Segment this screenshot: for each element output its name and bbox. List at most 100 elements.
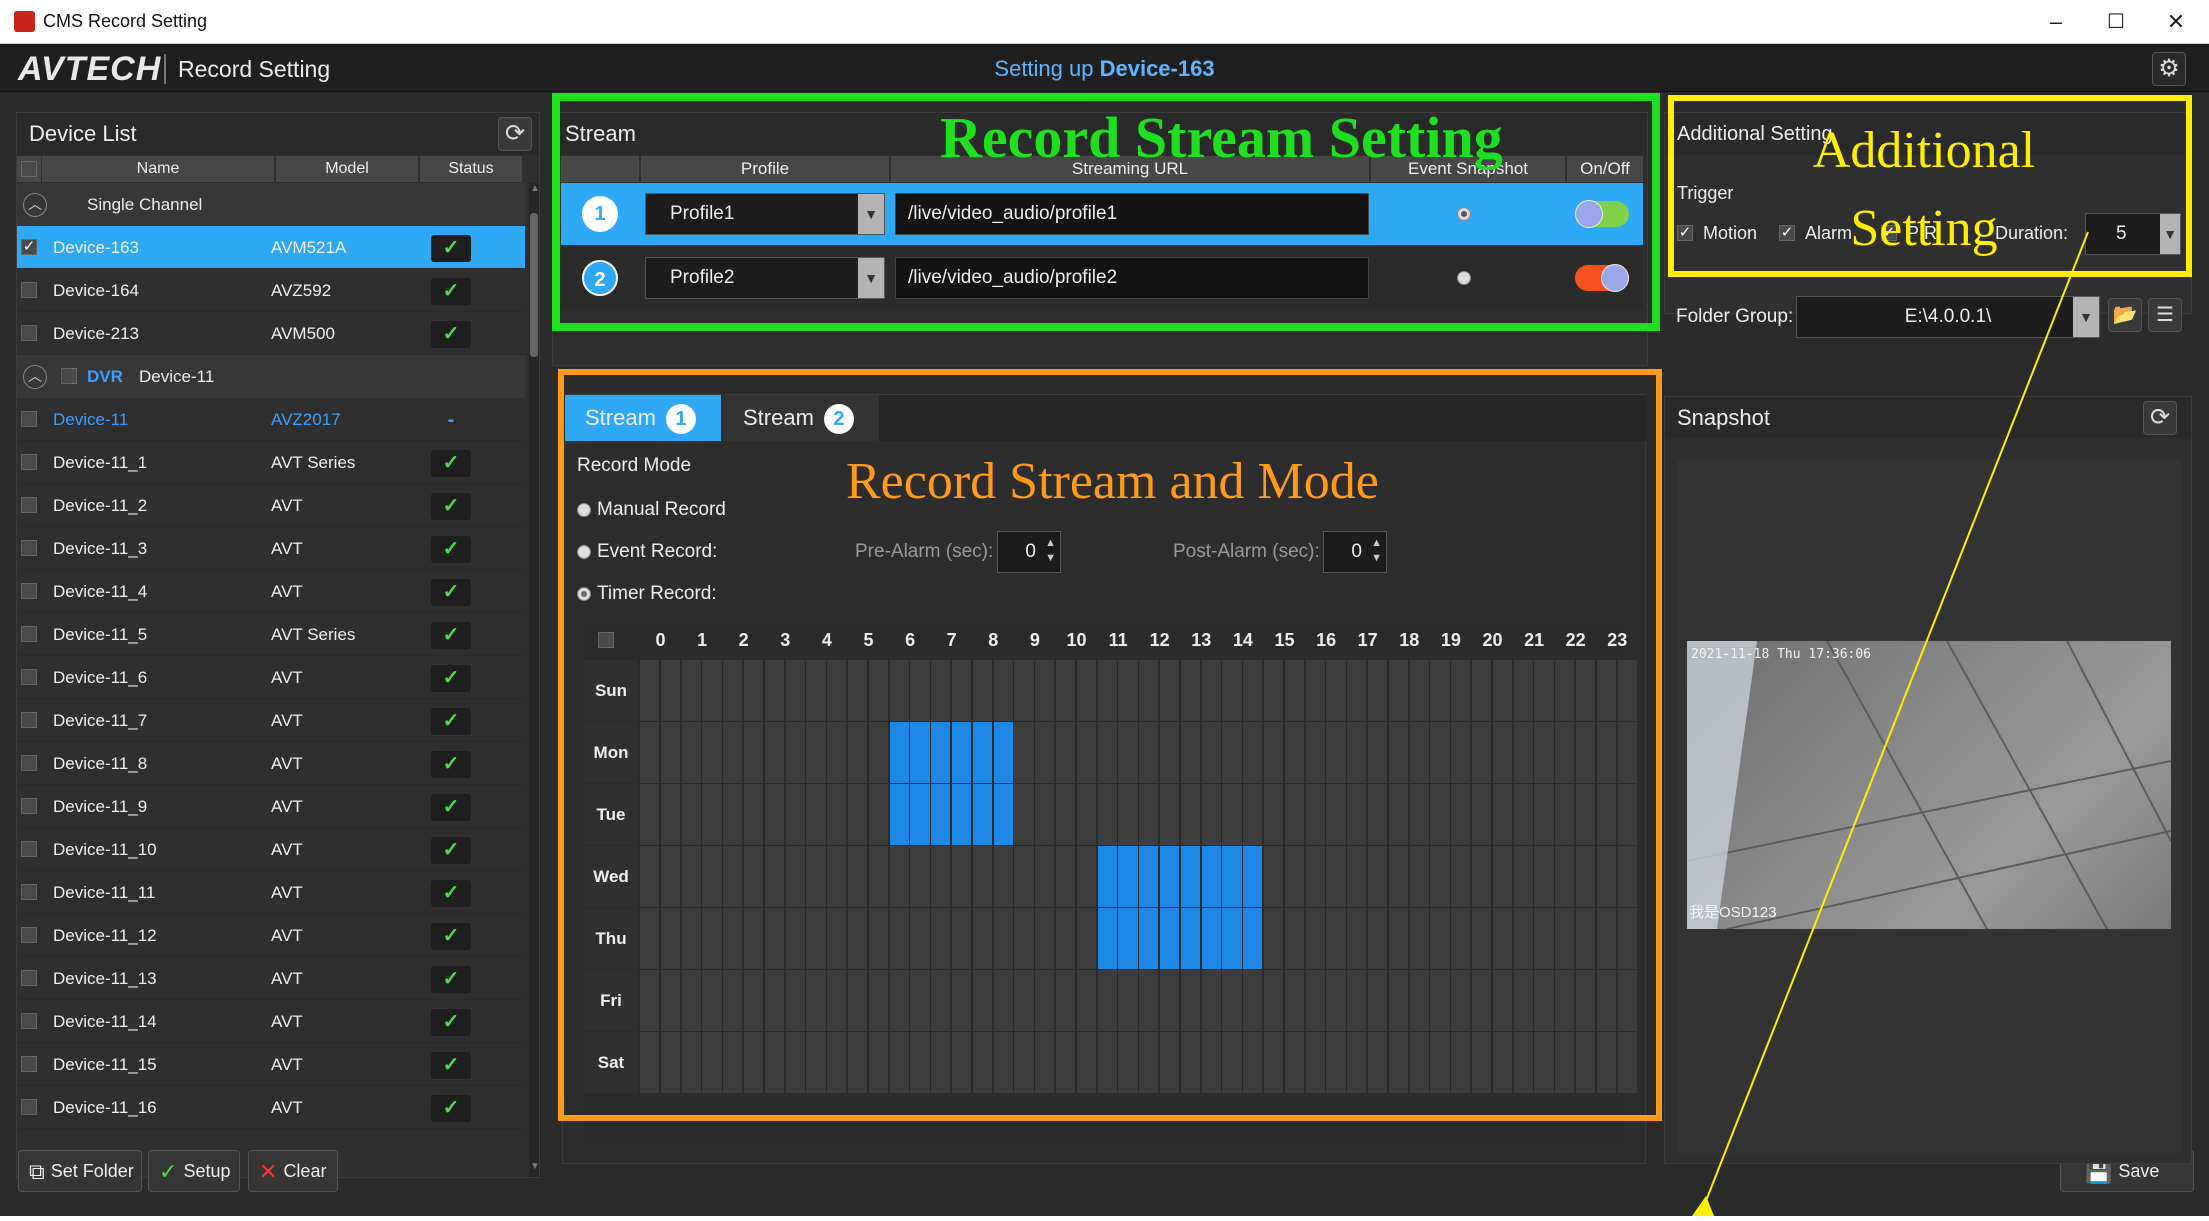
setup-button[interactable]: ✓ Setup (148, 1150, 240, 1192)
refresh-icon[interactable]: ⟳ (498, 117, 532, 151)
device-row[interactable]: Device-11_1 AVT Series ✓ (17, 441, 525, 484)
device-checkbox[interactable] (21, 1056, 37, 1072)
device-row[interactable]: Device-11_3 AVT ✓ (17, 527, 525, 570)
folder-open-icon[interactable]: 📂 (2108, 298, 2142, 332)
device-group-row[interactable]: ︿ Single Channel (17, 183, 525, 226)
device-row[interactable]: ✓ Device-163 AVM521A ✓ (17, 226, 525, 269)
device-row[interactable]: Device-11_14 AVT ✓ (17, 1000, 525, 1043)
device-checkbox[interactable] (21, 626, 37, 642)
folder-group-select[interactable]: E:\4.0.0.1\ ▼ (1796, 296, 2100, 338)
device-name: Device-164 (53, 281, 139, 300)
device-row[interactable]: Device-11_8 AVT ✓ (17, 742, 525, 785)
device-checkbox[interactable] (21, 540, 37, 556)
column-header-status[interactable]: Status (420, 156, 522, 182)
device-model: AVT (271, 711, 303, 730)
device-checkbox[interactable] (21, 927, 37, 943)
device-model: AVM500 (271, 324, 335, 343)
status-check-icon: ✓ (431, 235, 471, 262)
device-checkbox[interactable] (21, 798, 37, 814)
device-row[interactable]: Device-11_15 AVT ✓ (17, 1043, 525, 1086)
column-header-model[interactable]: Model (276, 156, 418, 182)
device-group-row[interactable]: ︿ DVR Device-11 (17, 355, 525, 398)
device-row[interactable]: Device-213 AVM500 ✓ (17, 312, 525, 355)
device-checkbox[interactable] (21, 755, 37, 771)
device-row[interactable]: Device-11 AVZ2017 - (17, 398, 525, 441)
device-checkbox[interactable] (21, 884, 37, 900)
status-check-icon: ✓ (431, 278, 471, 305)
status-check-icon: ✓ (431, 751, 471, 778)
status-check-icon: ✓ (431, 622, 471, 649)
osd-timestamp: 2021-11-18 Thu 17:36:06 (1691, 647, 1872, 662)
scroll-up-icon[interactable]: ▲ (530, 183, 540, 194)
device-name: Device-11_1 (53, 453, 148, 472)
collapse-icon[interactable]: ︿ (23, 193, 47, 217)
device-row[interactable]: Device-11_7 AVT ✓ (17, 699, 525, 742)
device-checkbox[interactable] (21, 669, 37, 685)
device-name: Device-11_10 (53, 840, 157, 859)
minimize-button[interactable]: – (2026, 3, 2086, 41)
scroll-thumb[interactable] (530, 213, 538, 357)
device-model: AVT (271, 797, 303, 816)
scroll-down-icon[interactable]: ▼ (530, 1161, 540, 1172)
device-row[interactable]: Device-164 AVZ592 ✓ (17, 269, 525, 312)
window-title: CMS Record Setting (43, 11, 208, 31)
device-model: AVT (271, 539, 303, 558)
folder-list-icon[interactable]: ☰ (2148, 298, 2182, 332)
device-name: Device-213 (53, 324, 139, 343)
device-model: AVT (271, 754, 303, 773)
device-list-body: ︿ Single Channel ✓ Device-163 AVM521A ✓ Device… (17, 183, 525, 1175)
device-checkbox[interactable] (21, 841, 37, 857)
device-row[interactable]: Device-11_10 AVT ✓ (17, 828, 525, 871)
device-checkbox[interactable] (21, 712, 37, 728)
select-all-header (17, 156, 41, 182)
refresh-icon[interactable]: ⟳ (2143, 401, 2177, 435)
device-row[interactable]: Device-11_6 AVT ✓ (17, 656, 525, 699)
device-checkbox[interactable] (21, 325, 37, 341)
device-model: AVT (271, 926, 303, 945)
select-all-checkbox[interactable] (21, 161, 37, 177)
folder-link-icon: ⧉ (29, 1159, 45, 1185)
column-header-name[interactable]: Name (42, 156, 274, 182)
device-row[interactable]: Device-11_16 AVT ✓ (17, 1086, 525, 1129)
group-name-label: Single Channel (87, 195, 203, 214)
device-model: AVZ2017 (271, 410, 341, 429)
device-checkbox[interactable] (21, 970, 37, 986)
device-checkbox[interactable] (21, 497, 37, 513)
device-model: AVT (271, 668, 303, 687)
gear-icon[interactable]: ⚙ (2152, 52, 2186, 86)
device-checkbox[interactable]: ✓ (21, 239, 37, 255)
floor-tile-lines (1687, 641, 2171, 929)
device-name: Device-11_2 (53, 496, 148, 515)
status-check-icon: ✓ (431, 579, 471, 606)
close-button[interactable]: ✕ (2146, 3, 2206, 41)
device-checkbox[interactable] (21, 411, 37, 427)
device-model: AVT (271, 1098, 303, 1117)
device-checkbox[interactable] (21, 1099, 37, 1115)
device-checkbox[interactable] (21, 454, 37, 470)
device-list-scrollbar[interactable]: ▲ ▼ (529, 183, 540, 1177)
status-check-icon: - (447, 409, 455, 431)
camera-snapshot-image: 2021-11-18 Thu 17:36:06 我是OSD123 (1687, 641, 2171, 929)
group-checkbox[interactable] (61, 368, 77, 384)
device-row[interactable]: Device-11_4 AVT ✓ (17, 570, 525, 613)
device-row[interactable]: Device-11_2 AVT ✓ (17, 484, 525, 527)
device-row[interactable]: Device-11_5 AVT Series ✓ (17, 613, 525, 656)
setup-title: Setting up Device-163 (994, 56, 1215, 81)
device-list-title: Device List (17, 113, 539, 155)
device-model: AVT (271, 1055, 303, 1074)
device-checkbox[interactable] (21, 1013, 37, 1029)
device-name: Device-11_8 (53, 754, 148, 773)
group-type-label: DVR (87, 367, 123, 386)
device-row[interactable]: Device-11_11 AVT ✓ (17, 871, 525, 914)
device-row[interactable]: Device-11_12 AVT ✓ (17, 914, 525, 957)
device-checkbox[interactable] (21, 583, 37, 599)
clear-button[interactable]: ✕ Clear (248, 1150, 338, 1192)
device-list-panel: Device List ⟳ Name Model Status ︿ Single … (16, 112, 540, 1178)
device-row[interactable]: Device-11_9 AVT ✓ (17, 785, 525, 828)
set-folder-button[interactable]: ⧉ Set Folder (18, 1150, 142, 1192)
device-row[interactable]: Device-11_13 AVT ✓ (17, 957, 525, 1000)
maximize-button[interactable]: ☐ (2086, 3, 2146, 41)
collapse-icon[interactable]: ︿ (23, 365, 47, 389)
device-checkbox[interactable] (21, 282, 37, 298)
status-check-icon: ✓ (431, 536, 471, 563)
